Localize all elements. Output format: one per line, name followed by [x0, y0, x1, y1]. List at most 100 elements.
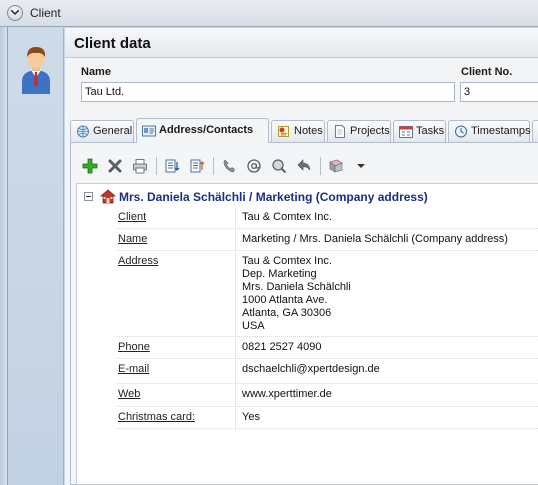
value-line: Mrs. Daniela Schälchli	[242, 281, 351, 293]
value-line: USA	[242, 320, 265, 332]
value-line: dschaelchli@xpertdesign.de	[242, 363, 380, 375]
tab-tasks[interactable]: Tasks	[393, 120, 446, 142]
field-row-client: Client Tau & Comtex Inc.	[117, 208, 538, 229]
address-book-button[interactable]	[325, 155, 347, 177]
tab-label: General	[93, 125, 133, 137]
header: Client data	[65, 28, 538, 58]
value-line: Yes	[242, 411, 260, 423]
tab-general[interactable]: General	[70, 120, 134, 142]
tab-label: Tasks	[416, 125, 445, 137]
client-no-label: Client No.	[461, 66, 513, 78]
window-frame	[0, 27, 8, 485]
delete-contact-button[interactable]	[104, 155, 126, 177]
search-web-icon	[272, 159, 287, 174]
field-value[interactable]: dschaelchli@xpertdesign.de	[242, 363, 380, 376]
calendar-tasks-icon	[399, 126, 413, 138]
value-line: 1000 Atlanta Ave.	[242, 294, 328, 306]
print-button[interactable]	[129, 155, 151, 177]
back-button[interactable]	[293, 155, 315, 177]
field-value[interactable]: www.xperttimer.de	[242, 388, 332, 401]
value-line: Atlanta, GA 30306	[242, 307, 332, 319]
main-panel: Client data Name Client No. General Addr…	[65, 28, 538, 485]
contact-group-title: Mrs. Daniela Schälchli / Marketing (Comp…	[119, 190, 428, 204]
field-row-address: Address Tau & Comtex Inc. Dep. Marketing…	[117, 252, 538, 337]
value-line: Tau & Comtex Inc.	[242, 211, 332, 223]
tab-label: Projects	[350, 125, 390, 137]
name-label: Name	[81, 66, 111, 78]
add-icon	[82, 158, 98, 174]
window-menu-button[interactable]	[7, 5, 23, 21]
more-options-dropdown[interactable]	[350, 155, 372, 177]
field-row-email: E-mail dschaelchli@xpertdesign.de	[117, 360, 538, 384]
back-arrow-icon	[297, 159, 311, 171]
column-divider	[235, 360, 236, 383]
field-row-phone: Phone 0821 2527 4090	[117, 338, 538, 359]
value-line: Tau & Comtex Inc.	[242, 255, 332, 267]
globe-icon	[77, 125, 89, 138]
column-divider	[235, 408, 236, 428]
value-line: 0821 2527 4090	[242, 341, 322, 353]
toolbar-separator	[156, 157, 157, 175]
title-bar: Client	[0, 0, 538, 27]
column-divider	[235, 208, 236, 228]
document-icon	[335, 125, 345, 138]
client-no-field[interactable]	[460, 82, 538, 102]
export-button[interactable]	[186, 155, 208, 177]
field-row-christmas-card: Christmas card: Yes	[117, 408, 538, 429]
tab-notes[interactable]: Notes	[271, 120, 325, 142]
tab-more[interactable]	[532, 120, 538, 142]
page-title: Client data	[74, 35, 151, 52]
contacts-toolbar	[79, 153, 534, 179]
field-value: Yes	[242, 411, 260, 424]
sidebar	[8, 28, 64, 485]
search-web-button[interactable]	[268, 155, 290, 177]
dropdown-arrow-icon	[357, 164, 365, 168]
collapse-toggle[interactable]	[84, 192, 93, 201]
add-contact-button[interactable]	[79, 155, 101, 177]
contact-details-list: Mrs. Daniela Schälchli / Marketing (Comp…	[76, 183, 538, 485]
field-value: Marketing / Mrs. Daniela Schälchli (Comp…	[242, 233, 508, 246]
field-row-web: Web www.xperttimer.de	[117, 385, 538, 407]
field-label: Name	[118, 233, 148, 245]
toolbar-separator	[213, 157, 214, 175]
email-button[interactable]	[243, 155, 265, 177]
name-field[interactable]	[81, 82, 455, 102]
value-line: Dep. Marketing	[242, 268, 317, 280]
tab-bar: General Address/Contacts Notes Projects …	[70, 118, 538, 143]
export-icon	[190, 159, 205, 173]
delete-icon	[108, 159, 122, 173]
tab-label: Notes	[294, 125, 323, 137]
field-row-name: Name Marketing / Mrs. Daniela Schälchli …	[117, 230, 538, 251]
call-button[interactable]	[218, 155, 240, 177]
column-divider	[235, 252, 236, 336]
import-button[interactable]	[161, 155, 183, 177]
import-icon	[165, 159, 180, 173]
column-divider	[235, 385, 236, 406]
field-value: Tau & Comtex Inc.	[242, 211, 332, 224]
house-icon	[100, 189, 116, 204]
column-divider	[235, 230, 236, 250]
tab-projects[interactable]: Projects	[327, 120, 391, 142]
field-label: Address	[118, 255, 159, 267]
field-label: Phone	[118, 341, 150, 353]
value-line: Marketing / Mrs. Daniela Schälchli (Comp…	[242, 233, 508, 245]
phone-icon	[223, 159, 235, 173]
toolbar-separator	[320, 157, 321, 175]
tab-address-contacts[interactable]: Address/Contacts	[136, 118, 269, 143]
tab-label: Address/Contacts	[159, 124, 254, 136]
value-line: www.xperttimer.de	[242, 388, 332, 400]
tab-timestamps[interactable]: Timestamps	[448, 120, 531, 142]
field-label: E-mail	[118, 363, 150, 375]
address-card-icon	[142, 125, 156, 137]
print-icon	[133, 159, 147, 174]
field-label: Client	[118, 211, 147, 223]
clock-icon	[455, 125, 467, 138]
field-label: Christmas card:	[118, 411, 196, 423]
contact-group-header[interactable]: Mrs. Daniela Schälchli / Marketing (Comp…	[77, 188, 538, 206]
field-value[interactable]: 0821 2527 4090	[242, 341, 322, 354]
column-divider	[235, 338, 236, 358]
address-contacts-panel: Mrs. Daniela Schälchli / Marketing (Comp…	[70, 142, 538, 485]
chevron-down-icon	[11, 10, 19, 16]
book-icon	[329, 159, 343, 173]
tab-label: Timestamps	[471, 125, 531, 137]
